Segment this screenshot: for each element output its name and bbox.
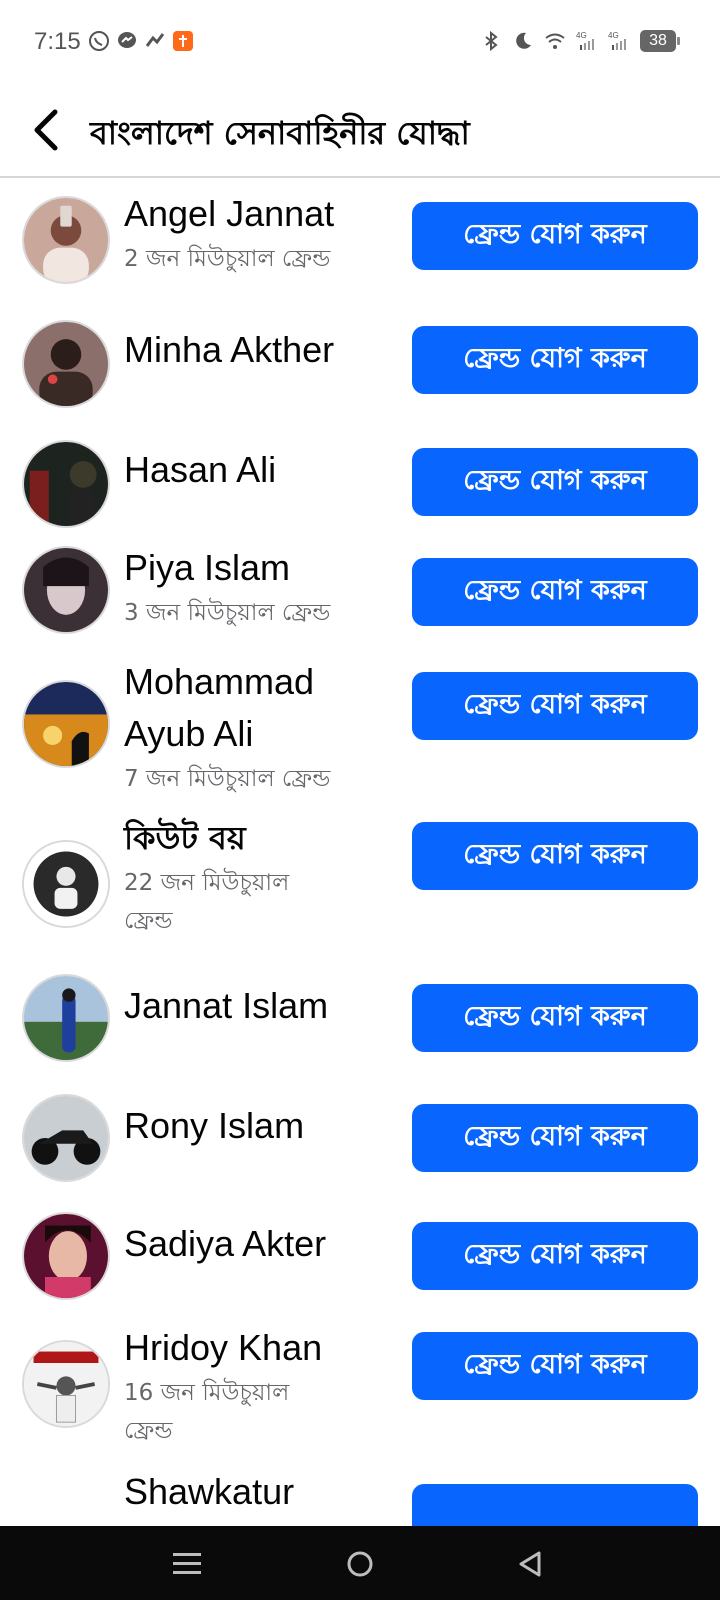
person-name[interactable]: Rony Islam: [124, 1100, 386, 1152]
avatar[interactable]: [22, 546, 110, 634]
avatar[interactable]: [22, 320, 110, 408]
avatar[interactable]: [22, 1340, 110, 1428]
add-friend-button[interactable]: ফ্রেন্ড যোগ করুন: [412, 984, 698, 1052]
page-title: বাংলাদেশ সেনাবাহিনীর যোদ্ধা: [90, 114, 470, 152]
signal-app-icon: [145, 33, 165, 47]
avatar[interactable]: [22, 1094, 110, 1182]
back-arrow-icon: [34, 109, 58, 151]
person-name[interactable]: Sadiya Akter: [124, 1218, 386, 1270]
status-time: 7:15: [34, 28, 81, 55]
avatar[interactable]: [22, 680, 110, 768]
battery-icon: 38: [640, 30, 680, 52]
svg-text:4G: 4G: [608, 31, 619, 40]
person-name[interactable]: Angel Jannat: [124, 188, 386, 240]
dnd-moon-icon: [516, 32, 531, 49]
whatsapp-icon: [89, 31, 109, 51]
avatar[interactable]: [22, 440, 110, 528]
app-header: বাংলাদেশ সেনাবাহিনীর যোদ্ধা: [0, 88, 720, 178]
home-button[interactable]: [340, 1544, 380, 1584]
add-friend-button[interactable]: ফ্রেন্ড যোগ করুন: [412, 1332, 698, 1400]
avatar[interactable]: [22, 196, 110, 284]
add-friend-button[interactable]: ফ্রেন্ড যোগ করুন: [412, 558, 698, 626]
system-status-icons: 4G 4G 38: [480, 30, 680, 52]
status-bar: 7:15 4G 4G 38: [0, 0, 720, 88]
cell-signal-icon: 4G: [576, 31, 594, 50]
mutual-friends-line1: 16 জন মিউচুয়াল: [124, 1380, 290, 1406]
notification-icons: [88, 30, 194, 52]
avatar[interactable]: [22, 974, 110, 1062]
back-nav-button[interactable]: [510, 1544, 550, 1584]
add-friend-button[interactable]: ফ্রেন্ড যোগ করুন: [412, 1104, 698, 1172]
person-name[interactable]: Hasan Ali: [124, 444, 386, 496]
add-friend-button[interactable]: ফ্রেন্ড যোগ করুন: [412, 822, 698, 890]
add-friend-button[interactable]: ফ্রেন্ড যোগ করুন: [412, 202, 698, 270]
mutual-friends: 3 জন মিউচুয়াল ফ্রেন্ড: [124, 600, 331, 626]
mutual-friends-line2: ফ্রেন্ড: [124, 1418, 173, 1444]
home-circle-icon: [347, 1551, 373, 1577]
person-name[interactable]: Shawkatur: [124, 1466, 386, 1518]
add-friend-button[interactable]: ফ্রেন্ড যোগ করুন: [412, 326, 698, 394]
system-nav-bar: [0, 1526, 720, 1600]
person-name-line2[interactable]: Ayub Ali: [124, 708, 386, 760]
person-name[interactable]: কিউট বয়: [124, 812, 386, 864]
bluetooth-icon: [485, 30, 498, 52]
mutual-friends: 7 জন মিউচুয়াল ফ্রেন্ড: [124, 766, 331, 792]
menu-lines-icon: [173, 1553, 201, 1574]
person-name-line1[interactable]: Mohammad: [124, 656, 386, 708]
mutual-friends-line1: 22 জন মিউচুয়াল: [124, 870, 290, 896]
back-triangle-icon: [519, 1551, 541, 1577]
person-name[interactable]: Jannat Islam: [124, 980, 386, 1032]
mutual-friends: 2 জন মিউচুয়াল ফ্রেন্ড: [124, 246, 331, 272]
add-friend-button[interactable]: ফ্রেন্ড যোগ করুন: [412, 448, 698, 516]
avatar[interactable]: [22, 840, 110, 928]
svg-text:4G: 4G: [576, 31, 587, 40]
mutual-friends-line2: ফ্রেন্ড: [124, 908, 173, 934]
cell-signal-2-icon: 4G: [608, 31, 626, 50]
messenger-icon: [118, 32, 136, 48]
avatar[interactable]: [22, 1212, 110, 1300]
recents-button[interactable]: [167, 1544, 207, 1584]
back-button[interactable]: [24, 102, 68, 158]
person-name[interactable]: Piya Islam: [124, 542, 386, 594]
add-friend-button[interactable]: ফ্রেন্ড যোগ করুন: [412, 672, 698, 740]
person-name[interactable]: Minha Akther: [124, 324, 386, 376]
wifi-icon: [545, 33, 565, 49]
person-name[interactable]: Hridoy Khan: [124, 1322, 386, 1374]
add-friend-button[interactable]: ফ্রেন্ড যোগ করুন: [412, 1222, 698, 1290]
app-badge-icon: [173, 31, 193, 51]
